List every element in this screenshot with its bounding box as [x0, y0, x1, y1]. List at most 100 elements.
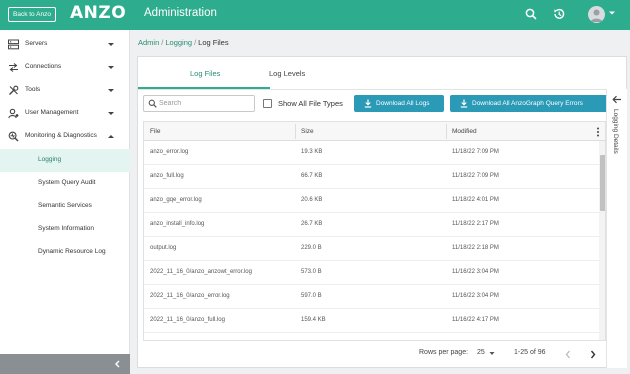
sidebar-subitem-semantic-services[interactable]: Semantic Services	[0, 195, 130, 218]
user-icon	[590, 9, 603, 22]
sidebar-item-label: Tools	[25, 86, 41, 93]
chevron-down-icon	[108, 112, 114, 115]
sidebar-item-label: User Management	[25, 109, 79, 116]
show-all-file-types-label: Show All File Types	[278, 99, 343, 108]
breadcrumb-logging[interactable]: Logging	[165, 38, 192, 47]
sidebar-subitem-system-query-audit[interactable]: System Query Audit	[0, 172, 130, 195]
chevron-down-icon	[108, 89, 114, 92]
app-title: Administration	[144, 7, 217, 19]
cell-size: 597.0 B	[301, 293, 322, 299]
table-scrollbar[interactable]	[599, 141, 605, 340]
table-header: File Size Modified	[144, 122, 605, 141]
column-divider[interactable]	[446, 124, 447, 139]
rows-per-page-label: Rows per page:	[419, 349, 469, 356]
chevron-down-icon[interactable]	[489, 351, 495, 356]
cell-size: 229.0 B	[301, 245, 322, 251]
breadcrumb-current: Log Files	[198, 38, 229, 47]
arrow-left-icon[interactable]	[612, 95, 622, 104]
chevron-down-icon[interactable]	[608, 9, 616, 17]
table-row[interactable]: anzo_error.log 19.3 KB 11/18/22 7:09 PM	[144, 141, 599, 165]
search-input[interactable]	[159, 98, 251, 109]
download-icon	[460, 99, 468, 108]
search-icon	[148, 99, 157, 108]
cell-size: 66.7 KB	[301, 173, 323, 179]
search-field[interactable]	[143, 95, 255, 112]
breadcrumb-separator: /	[194, 38, 197, 47]
cell-modified: 11/16/22 4:17 PM	[452, 317, 499, 323]
cell-file: 2022_11_16_0/anzo_full.log	[150, 317, 225, 323]
cell-size: 159.4 KB	[301, 317, 326, 323]
cell-modified: 11/16/22 3:04 PM	[452, 269, 499, 275]
log-files-table: File Size Modified anzo_error.log 19.3 K…	[143, 121, 606, 341]
rows-per-page-select[interactable]: 25	[477, 349, 485, 356]
cell-file: anzo_gqe_error.log	[150, 197, 202, 203]
cell-modified: 11/18/22 7:09 PM	[452, 149, 499, 155]
table-row[interactable]: anzo_install_info.log 26.7 KB 11/18/22 2…	[144, 213, 599, 237]
cell-file: 2022_11_16_0/anzo_anzowt_error.log	[150, 269, 252, 275]
column-divider[interactable]	[295, 124, 296, 139]
connections-icon	[9, 63, 18, 72]
logging-details-panel[interactable]: Logging Details	[606, 89, 627, 368]
table-row[interactable]: anzo_full.log 66.7 KB 11/18/22 7:09 PM	[144, 165, 599, 189]
sidebar-item-label: Servers	[25, 40, 48, 47]
column-menu-icon[interactable]	[596, 127, 600, 137]
cell-file: output.log	[150, 245, 177, 251]
sidebar-item-connections[interactable]: Connections	[0, 56, 130, 79]
show-all-file-types-checkbox[interactable]	[263, 99, 272, 108]
sidebar-collapse-button[interactable]	[0, 354, 130, 374]
cell-size: 19.3 KB	[301, 149, 323, 155]
cell-modified: 11/16/22 3:04 PM	[452, 293, 499, 299]
table-row[interactable]: 2022_11_16_0/anzo_full.log 159.4 KB 11/1…	[144, 309, 599, 333]
cell-size: 573.0 B	[301, 269, 322, 275]
sidebar-item-monitoring-diagnostics[interactable]: Monitoring & Diagnostics	[0, 125, 130, 148]
cell-file: anzo_full.log	[150, 173, 184, 179]
sidebar-subitem-label: System Information	[38, 225, 94, 232]
sidebar-item-user-management[interactable]: User Management	[0, 102, 130, 125]
sidebar-subitem-label: Dynamic Resource Log	[38, 248, 106, 255]
sidebar-subitem-label: System Query Audit	[38, 179, 96, 186]
download-icon	[364, 99, 372, 108]
column-header-size[interactable]: Size	[301, 128, 314, 135]
sidebar-subitem-label: Logging	[38, 156, 62, 163]
cell-file: anzo_error.log	[150, 149, 189, 155]
breadcrumb-separator: /	[161, 38, 164, 47]
sidebar-subitem-label: Semantic Services	[38, 202, 92, 209]
page-range: 1-25 of 96	[514, 349, 546, 356]
sidebar-item-tools[interactable]: Tools	[0, 79, 130, 102]
table-row[interactable]: anzo_gqe_error.log 20.6 KB 11/18/22 4:01…	[144, 189, 599, 213]
tab-log-levels[interactable]: Log Levels	[269, 69, 305, 78]
cell-size: 20.6 KB	[301, 197, 323, 203]
chevron-down-icon	[108, 66, 114, 69]
tab-log-files[interactable]: Log Files	[190, 69, 220, 78]
download-all-logs-button[interactable]: Download All Logs	[354, 95, 444, 112]
download-anzograph-errors-button[interactable]: Download All AnzoGraph Query Errors	[450, 95, 608, 112]
table-row[interactable]: output.log 229.0 B 11/18/22 2:18 PM	[144, 237, 599, 261]
servers-icon	[8, 39, 19, 50]
search-icon[interactable]	[524, 7, 538, 21]
table-row[interactable]: 2022_11_16_0/anzo_anzowt_error.log 573.0…	[144, 261, 599, 285]
table-row[interactable]: 2022_11_16_0/anzo_error.log 597.0 B 11/1…	[144, 285, 599, 309]
sidebar-subitem-system-information[interactable]: System Information	[0, 218, 130, 241]
column-header-file[interactable]: File	[150, 128, 160, 135]
sidebar-item-label: Connections	[25, 63, 62, 70]
history-icon[interactable]	[552, 7, 566, 21]
chevron-down-icon	[108, 43, 114, 46]
anzo-logo: ANZO	[70, 3, 127, 23]
chevron-up-icon	[108, 135, 114, 138]
download-anzograph-errors-label: Download All AnzoGraph Query Errors	[472, 100, 583, 107]
sidebar-item-label: Monitoring & Diagnostics	[25, 132, 97, 139]
download-all-logs-label: Download All Logs	[376, 100, 430, 107]
cell-file: 2022_11_16_0/anzo_error.log	[150, 293, 230, 299]
log-files-card: Log Files Log Levels Show All File Types…	[137, 56, 627, 368]
previous-page-icon[interactable]	[565, 350, 571, 359]
cell-modified: 11/18/22 2:18 PM	[452, 245, 499, 251]
next-page-icon[interactable]	[590, 350, 596, 359]
breadcrumb-admin[interactable]: Admin	[138, 38, 159, 47]
sidebar-subitem-dynamic-resource-log[interactable]: Dynamic Resource Log	[0, 241, 130, 264]
monitoring-icon	[8, 131, 19, 142]
column-header-modified[interactable]: Modified	[452, 128, 477, 135]
avatar[interactable]	[588, 6, 605, 23]
back-to-anzo-button[interactable]: Back to Anzo	[8, 7, 56, 22]
sidebar-subitem-logging[interactable]: Logging	[0, 149, 130, 172]
sidebar-item-servers[interactable]: Servers	[0, 33, 130, 56]
